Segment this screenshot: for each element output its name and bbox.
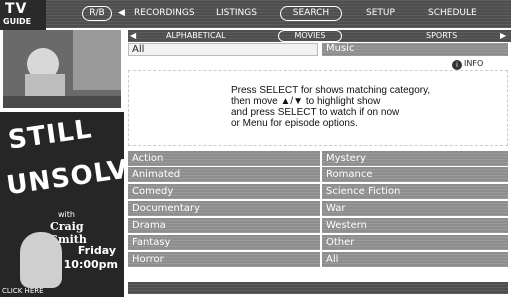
genre-comedy[interactable]: Comedy <box>128 184 320 199</box>
logo-tv: TV <box>5 1 28 17</box>
logo-guide: GUIDE <box>3 17 32 26</box>
info-icon[interactable]: i <box>452 60 462 70</box>
instruction-line-3: and press SELECT to watch if on now <box>231 107 400 118</box>
genre-mystery[interactable]: Mystery <box>322 151 508 166</box>
nav-recordings[interactable]: RECORDINGS <box>134 6 195 21</box>
promo-ad[interactable]: STILL UNSOLVED with Craig Smith Friday 1… <box>0 112 124 297</box>
promo-title-line1: STILL <box>6 114 94 156</box>
nav-setup[interactable]: SETUP <box>366 6 395 21</box>
live-tv-picture <box>3 30 121 108</box>
tv-guide-logo: TV GUIDE <box>0 0 46 30</box>
secondary-value: Music <box>326 43 355 54</box>
bottom-bar <box>128 282 508 294</box>
sub-tabs: ◀ ALPHABETICAL MOVIES SPORTS ▶ <box>128 30 511 42</box>
subtab-alphabetical[interactable]: ALPHABETICAL <box>166 30 226 42</box>
genre-horror[interactable]: Horror <box>128 252 320 267</box>
subtab-movies[interactable]: MOVIES <box>278 30 342 42</box>
genre-all[interactable]: All <box>322 252 508 267</box>
nav-left-arrow-icon[interactable]: ◀ <box>118 6 126 21</box>
genre-action[interactable]: Action <box>128 151 320 166</box>
genre-war[interactable]: War <box>322 201 508 216</box>
instruction-line-4: or Menu for episode options. <box>231 118 358 129</box>
subtab-left-arrow-icon[interactable]: ◀ <box>130 30 136 42</box>
top-nav: R/B ◀ RECORDINGS LISTINGS SEARCH SETUP S… <box>46 0 511 28</box>
subtab-sports[interactable]: SPORTS <box>426 30 457 42</box>
secondary-field[interactable]: Music <box>322 43 508 56</box>
instructions-panel: Press SELECT for shows matching category… <box>128 70 508 146</box>
genre-other[interactable]: Other <box>322 235 508 250</box>
genre-drama[interactable]: Drama <box>128 218 320 233</box>
instruction-line-2: then move ▲/▼ to highlight show <box>231 96 381 107</box>
category-field[interactable]: All <box>128 43 318 56</box>
subtab-right-arrow-icon[interactable]: ▶ <box>500 30 506 42</box>
genre-science-fiction[interactable]: Science Fiction <box>322 184 508 199</box>
genre-animated[interactable]: Animated <box>128 167 320 182</box>
live-tv-window[interactable] <box>3 30 121 108</box>
nav-search[interactable]: SEARCH <box>280 6 342 21</box>
promo-host: Craig Smith <box>50 220 87 246</box>
nav-rb-button[interactable]: R/B <box>82 6 112 21</box>
click-here-link[interactable]: CLICK HERE <box>2 287 44 295</box>
promo-with: with <box>58 210 75 219</box>
genre-western[interactable]: Western <box>322 218 508 233</box>
promo-title-line2: UNSOLVED <box>4 148 124 202</box>
promo-time: 10:00pm <box>63 258 118 271</box>
info-label: INFO <box>464 59 484 68</box>
host-photo <box>20 232 62 288</box>
genre-documentary[interactable]: Documentary <box>128 201 320 216</box>
category-value: All <box>132 44 145 55</box>
promo-day: Friday <box>77 244 116 257</box>
genre-romance[interactable]: Romance <box>322 167 508 182</box>
nav-listings[interactable]: LISTINGS <box>216 6 257 21</box>
instruction-line-1: Press SELECT for shows matching category… <box>231 85 431 96</box>
nav-schedule[interactable]: SCHEDULE <box>428 6 477 21</box>
genre-fantasy[interactable]: Fantasy <box>128 235 320 250</box>
